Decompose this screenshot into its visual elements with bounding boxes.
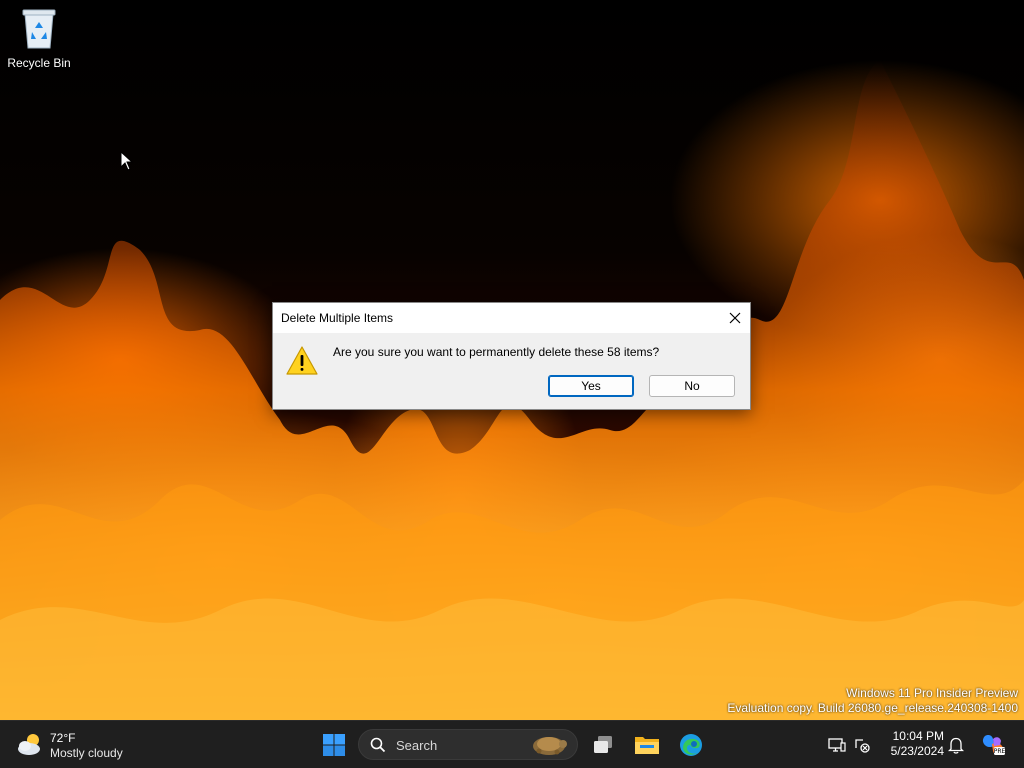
- system-clock[interactable]: 10:04 PM 5/23/2024: [880, 729, 944, 759]
- yes-button[interactable]: Yes: [548, 375, 634, 397]
- clock-date: 5/23/2024: [890, 744, 944, 758]
- no-button[interactable]: No: [649, 375, 735, 397]
- warning-icon: [285, 345, 319, 382]
- weather-widget[interactable]: 72°F Mostly cloudy: [16, 729, 146, 761]
- watermark-line1: Windows 11 Pro Insider Preview: [846, 686, 1018, 700]
- search-icon: [370, 737, 386, 753]
- close-icon: [729, 312, 741, 324]
- recycle-bin-icon: [19, 6, 59, 50]
- start-button[interactable]: [316, 727, 352, 763]
- desktop-icon-label: Recycle Bin: [7, 56, 71, 70]
- file-explorer-button[interactable]: [629, 727, 665, 763]
- windows-start-icon: [323, 734, 345, 756]
- weather-temp: 72°F: [50, 731, 76, 745]
- search-highlight-icon: [533, 737, 567, 755]
- taskbar: 72°F Mostly cloudy Search 10:04 PM 5/23/…: [0, 720, 1024, 768]
- dialog-titlebar[interactable]: Delete Multiple Items: [273, 303, 750, 333]
- weather-condition: Mostly cloudy: [50, 746, 123, 760]
- dialog-title: Delete Multiple Items: [281, 311, 394, 325]
- desktop-icon-recycle-bin[interactable]: Recycle Bin: [6, 6, 72, 70]
- network-disconnected-icon[interactable]: [852, 735, 872, 755]
- task-view-button[interactable]: [585, 727, 621, 763]
- clock-time: 10:04 PM: [892, 729, 944, 743]
- notification-bell-icon[interactable]: [946, 735, 966, 755]
- svg-text:PRE: PRE: [994, 748, 1006, 755]
- partly-cloudy-icon: [16, 731, 44, 762]
- edge-button[interactable]: [673, 727, 709, 763]
- watermark-line2: Evaluation copy. Build 26080.ge_release.…: [727, 701, 1018, 715]
- dialog-message: Are you sure you want to permanently del…: [333, 345, 660, 359]
- task-view-icon: [594, 736, 612, 753]
- copilot-icon[interactable]: PRE: [980, 732, 1006, 758]
- edge-icon: [680, 734, 702, 756]
- evaluation-watermark: Windows 11 Pro Insider Preview Evaluatio…: [727, 686, 1018, 716]
- mouse-cursor-icon: [120, 150, 134, 176]
- file-explorer-icon: [635, 737, 659, 754]
- search-box[interactable]: Search: [358, 729, 578, 760]
- close-button[interactable]: [720, 303, 750, 333]
- delete-confirm-dialog: Delete Multiple Items Are you sure you w…: [272, 302, 751, 410]
- display-icon[interactable]: [827, 735, 847, 755]
- search-placeholder: Search: [396, 738, 438, 753]
